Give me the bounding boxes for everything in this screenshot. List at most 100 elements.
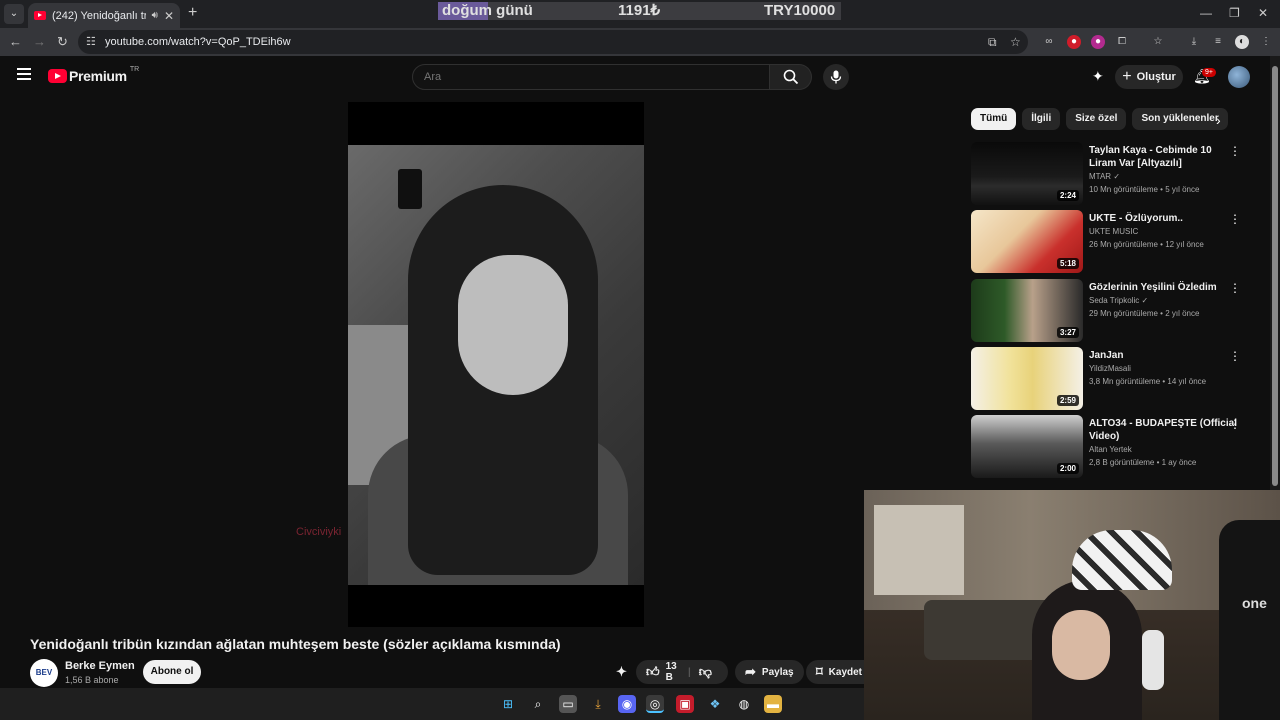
recommendation-title[interactable]: UKTE - Özlüyorum.. — [1089, 212, 1239, 225]
chevron-right-icon[interactable]: › — [1216, 112, 1221, 128]
browser-tab[interactable]: (242) Yenidoğanlı tribün kızı 🔊︎ ✕ — [28, 3, 180, 28]
chip-related[interactable]: İlgili — [1022, 108, 1061, 130]
video-watermark: Civciviyki — [296, 526, 342, 538]
address-bar[interactable]: ☷ youtube.com/watch?v=QoP_TDEih6w ⧉ ☆ — [78, 30, 1028, 54]
dislike-icon[interactable]: 👎︎ — [699, 664, 712, 680]
browser-menu-icon[interactable]: ⋮ — [1259, 35, 1273, 49]
recommendation-item[interactable]: 2:00 ALTO34 - BUDAPEŞTE (Official Video)… — [971, 415, 1251, 479]
video-thumbnail[interactable]: 3:27 — [971, 279, 1083, 342]
close-tab-icon[interactable]: ✕ — [164, 9, 174, 23]
reload-icon[interactable]: ↻ — [57, 34, 68, 50]
video-player[interactable] — [348, 102, 644, 627]
premium-ask-button[interactable]: ✦ — [612, 660, 637, 684]
more-options-icon[interactable]: ⋮ — [1229, 212, 1241, 226]
chip-for-you[interactable]: Size özel — [1066, 108, 1127, 130]
search-box[interactable] — [412, 64, 770, 90]
user-avatar[interactable] — [1228, 66, 1250, 88]
recommendation-channel[interactable]: Seda Tripkolic ✓ — [1089, 296, 1148, 305]
more-options-icon[interactable]: ⋮ — [1229, 349, 1241, 363]
task-view-icon[interactable]: ▭ — [559, 695, 577, 713]
youtube-play-icon — [48, 69, 67, 83]
recommendation-title[interactable]: Taylan Kaya - Cebimde 10 Liram Var [Alty… — [1089, 144, 1239, 170]
bookmark-star-icon[interactable]: ☆ — [1010, 35, 1021, 49]
donation-goal: TRY10000 — [764, 2, 836, 19]
video-thumbnail[interactable]: 2:59 — [971, 347, 1083, 410]
recommendation-channel[interactable]: YildizMasali — [1089, 364, 1131, 373]
extension-purple-icon[interactable]: ● — [1091, 35, 1105, 49]
red-app-icon[interactable]: ▣ — [676, 695, 694, 713]
bookmarks-icon[interactable]: ☆ — [1151, 35, 1165, 49]
more-options-icon[interactable]: ⋮ — [1229, 144, 1241, 158]
duration-badge: 2:00 — [1056, 463, 1079, 474]
chrome-icon[interactable]: ◎ — [646, 695, 664, 713]
recommendation-item[interactable]: 2:24 Taylan Kaya - Cebimde 10 Liram Var … — [971, 142, 1251, 206]
plus-icon: + — [1122, 68, 1132, 85]
duration-badge: 3:27 — [1056, 327, 1079, 338]
windows-start-icon[interactable]: ⊞ — [499, 695, 517, 713]
video-thumbnail[interactable]: 2:24 — [971, 142, 1083, 205]
discord-icon[interactable]: ◉ — [618, 695, 636, 713]
create-button[interactable]: + Oluştur — [1115, 65, 1183, 89]
page-scrollbar[interactable] — [1270, 56, 1280, 490]
site-info-icon[interactable]: ☷ — [86, 35, 96, 48]
like-count[interactable]: 13 B — [666, 661, 680, 683]
video-thumbnail[interactable]: 5:18 — [971, 210, 1083, 273]
download-icon[interactable]: ⤓ — [1187, 35, 1201, 49]
media-control-icon[interactable]: ≡ — [1211, 35, 1225, 49]
channel-name[interactable]: Berke Eymen — [65, 660, 135, 672]
downloader-app-icon[interactable]: ⤓ — [589, 695, 607, 713]
recommendation-item[interactable]: 5:18 UKTE - Özlüyorum.. UKTE MUSIC 26 Mn… — [971, 210, 1251, 274]
search-input[interactable] — [424, 71, 754, 83]
recommendation-channel[interactable]: Altan Yertek — [1089, 445, 1132, 454]
recommendation-item[interactable]: 2:59 JanJan YildizMasali 3,8 Mn görüntül… — [971, 347, 1251, 411]
tab-list-button[interactable]: ⌄ — [4, 4, 24, 24]
like-icon[interactable]: 👍︎ — [646, 664, 660, 680]
youtube-header: Premium TR ✦ + Oluştur 🔔︎ 9+ — [0, 56, 1270, 98]
youtube-logo[interactable]: Premium TR — [48, 65, 140, 84]
new-tab-icon[interactable]: + — [188, 4, 197, 22]
profile-icon[interactable]: ◐ — [1235, 35, 1249, 49]
recommendation-meta: 2,8 B görüntüleme • 1 ay önce — [1089, 458, 1197, 467]
hamburger-menu-icon[interactable] — [17, 68, 31, 80]
birthday-label: doğum günü — [442, 2, 533, 19]
restore-icon[interactable]: ❐ — [1229, 6, 1240, 20]
back-icon[interactable]: ← — [9, 34, 22, 49]
voice-search-button[interactable] — [823, 64, 849, 90]
extensions-puzzle-icon[interactable]: ⧠ — [1115, 35, 1129, 49]
recommendation-title[interactable]: JanJan — [1089, 349, 1239, 362]
audio-playing-icon[interactable]: 🔊︎ — [152, 10, 158, 21]
country-code: TR — [129, 65, 140, 73]
file-explorer-icon[interactable]: ▬ — [764, 695, 782, 713]
minimize-icon[interactable]: — — [1200, 6, 1212, 20]
recommendation-channel[interactable]: UKTE MUSIC — [1089, 227, 1138, 236]
close-window-icon[interactable]: ✕ — [1258, 6, 1268, 20]
taskbar: ⊞ ⌕ ▭ ⤓ ◉ ◎ ▣ ❖ ◍ ▬ — [0, 688, 864, 720]
more-options-icon[interactable]: ⋮ — [1229, 281, 1241, 295]
donation-amount: 1191₺ — [618, 2, 661, 19]
duration-badge: 2:59 — [1056, 395, 1079, 406]
taskbar-search-icon[interactable]: ⌕ — [529, 695, 547, 713]
extension-red-icon[interactable]: ● — [1067, 35, 1081, 49]
recommendation-item[interactable]: 3:27 Gözlerinin Yeşilini Özledim Seda Tr… — [971, 279, 1251, 343]
obs-icon[interactable]: ◍ — [735, 695, 753, 713]
forward-icon[interactable]: → — [33, 34, 46, 49]
search-button[interactable] — [770, 64, 812, 90]
more-options-icon[interactable]: ⋮ — [1229, 417, 1241, 431]
video-thumbnail[interactable]: 2:00 — [971, 415, 1083, 478]
chip-recent[interactable]: Son yüklenenler — [1132, 108, 1228, 130]
channel-avatar[interactable]: BEV — [30, 659, 58, 687]
recommendation-meta: 26 Mn görüntüleme • 12 yıl önce — [1089, 240, 1204, 249]
premium-benefits-icon[interactable]: ✦ — [1092, 68, 1104, 85]
chip-all[interactable]: Tümü — [971, 108, 1017, 130]
recommendation-channel[interactable]: MTAR ✓ — [1089, 172, 1120, 181]
recommendation-title[interactable]: Gözlerinin Yeşilini Özledim — [1089, 281, 1239, 294]
share-button[interactable]: ➦ Paylaş — [735, 660, 804, 684]
video-title: Yenidoğanlı tribün kızından ağlatan muht… — [30, 636, 561, 652]
share-icon: ➦ — [745, 664, 756, 679]
subscribe-button[interactable]: Abone ol — [143, 660, 201, 684]
save-button[interactable]: ⌑ Kaydet — [806, 660, 864, 684]
blue-app-icon[interactable]: ❖ — [706, 695, 724, 713]
extension-glasses-icon[interactable]: ∞ — [1042, 35, 1056, 49]
install-app-icon[interactable]: ⧉ — [988, 35, 997, 50]
recommendation-title[interactable]: ALTO34 - BUDAPEŞTE (Official Video) — [1089, 417, 1239, 443]
